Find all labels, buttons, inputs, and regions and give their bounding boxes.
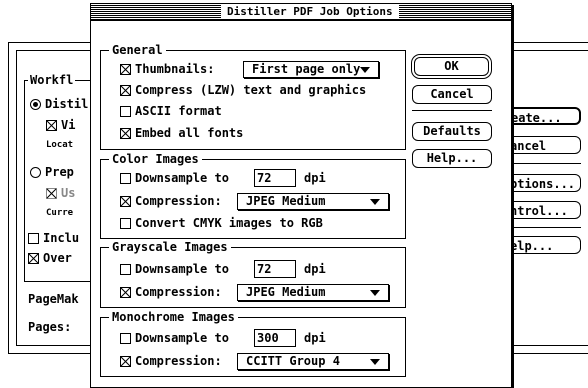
- mono-compression-checkbox[interactable]: Compression:: [120, 353, 222, 369]
- color-compression-label: Compression:: [135, 194, 222, 208]
- thumbnails-value: First page only: [252, 62, 361, 76]
- distill-label: Distil: [45, 97, 89, 111]
- checkbox-icon: [120, 263, 131, 275]
- current-label: Curre: [46, 208, 74, 218]
- color-compression-value: JPEG Medium: [246, 194, 326, 208]
- use-checkbox[interactable]: Us: [46, 186, 75, 200]
- pagemaker-label: PageMak: [28, 292, 79, 306]
- radio-icon: [30, 166, 41, 178]
- use-label: Us: [61, 186, 76, 200]
- color-downsample-label: Downsample to: [135, 171, 229, 185]
- mono-compression-label: Compression:: [135, 354, 222, 368]
- ascii-label: ASCII format: [135, 104, 222, 118]
- general-label: General: [109, 43, 166, 57]
- grayscale-downsample-checkbox[interactable]: Downsample to: [120, 261, 229, 277]
- checkbox-icon: [28, 232, 39, 244]
- checkbox-icon: [120, 63, 131, 75]
- prepare-label: Prep: [45, 165, 74, 179]
- thumbnails-checkbox[interactable]: Thumbnails:: [120, 61, 214, 77]
- prepare-radio[interactable]: Prep: [30, 165, 74, 179]
- grayscale-compression-checkbox[interactable]: Compression:: [120, 284, 222, 300]
- popup-arrow-icon: [370, 199, 380, 205]
- checkbox-icon: [28, 252, 39, 264]
- include-label: Inclu: [43, 231, 80, 245]
- thumbnails-label: Thumbnails:: [135, 62, 215, 76]
- grayscale-compression-popup[interactable]: JPEG Medium: [237, 284, 389, 301]
- grayscale-images-label: Grayscale Images: [109, 240, 231, 254]
- ok-button[interactable]: OK: [414, 57, 489, 76]
- convert-cmyk-checkbox[interactable]: Convert CMYK images to RGB: [120, 215, 323, 231]
- thumbnails-popup[interactable]: First page only: [243, 61, 379, 78]
- color-images-label: Color Images: [109, 152, 202, 166]
- pages-label: Pages:: [28, 320, 72, 334]
- radio-icon: [30, 98, 41, 110]
- grayscale-images-group: Grayscale Images Downsample to 72 dpi Co…: [100, 240, 406, 308]
- checkbox-icon: [120, 127, 131, 139]
- checkbox-icon: [120, 195, 131, 207]
- checkbox-icon: [46, 187, 57, 199]
- convert-cmyk-label: Convert CMYK images to RGB: [135, 216, 323, 230]
- checkbox-icon: [120, 355, 131, 367]
- color-dpi-input[interactable]: 72: [254, 169, 296, 187]
- title-bar[interactable]: Distiller PDF Job Options: [91, 4, 511, 21]
- checkbox-icon: [120, 217, 131, 229]
- view-checkbox[interactable]: Vi: [46, 118, 75, 132]
- dialog-title: Distiller PDF Job Options: [221, 5, 399, 18]
- location-label: Locat: [46, 140, 74, 150]
- embed-fonts-label: Embed all fonts: [135, 126, 244, 140]
- popup-arrow-icon: [370, 359, 380, 365]
- popup-arrow-icon: [360, 67, 370, 73]
- checkbox-icon: [120, 84, 131, 96]
- checkbox-icon: [46, 119, 57, 131]
- view-label: Vi: [61, 118, 76, 132]
- include-checkbox[interactable]: Inclu: [28, 231, 79, 245]
- divider: [412, 110, 492, 111]
- grayscale-compression-value: JPEG Medium: [246, 285, 326, 299]
- distill-radio[interactable]: Distil: [30, 97, 88, 111]
- embed-fonts-checkbox[interactable]: Embed all fonts: [120, 125, 243, 141]
- defaults-button[interactable]: Defaults: [412, 122, 492, 141]
- overwrite-checkbox[interactable]: Over: [28, 251, 72, 265]
- monochrome-images-label: Monochrome Images: [109, 310, 238, 324]
- color-dpi-unit: dpi: [304, 171, 326, 185]
- mono-downsample-checkbox[interactable]: Downsample to: [120, 330, 229, 346]
- checkbox-icon: [120, 105, 131, 117]
- checkbox-icon: [120, 286, 131, 298]
- grayscale-dpi-input[interactable]: 72: [254, 260, 296, 278]
- mono-downsample-label: Downsample to: [135, 331, 229, 345]
- mono-compression-value: CCITT Group 4: [246, 354, 340, 368]
- ascii-checkbox[interactable]: ASCII format: [120, 103, 222, 119]
- mono-dpi-unit: dpi: [304, 331, 326, 345]
- job-options-dialog: Distiller PDF Job Options General Thumbn…: [90, 3, 512, 388]
- mono-dpi-input[interactable]: 300: [254, 329, 296, 347]
- popup-arrow-icon: [370, 290, 380, 296]
- monochrome-images-group: Monochrome Images Downsample to 300 dpi …: [100, 310, 406, 377]
- compress-checkbox[interactable]: Compress (LZW) text and graphics: [120, 82, 366, 98]
- color-compression-checkbox[interactable]: Compression:: [120, 193, 222, 209]
- color-images-group: Color Images Downsample to 72 dpi Compre…: [100, 152, 406, 239]
- color-downsample-checkbox[interactable]: Downsample to: [120, 170, 229, 186]
- grayscale-compression-label: Compression:: [135, 285, 222, 299]
- grayscale-downsample-label: Downsample to: [135, 262, 229, 276]
- general-group: General Thumbnails: First page only Comp…: [100, 43, 406, 150]
- cancel-button[interactable]: Cancel: [412, 85, 492, 104]
- color-compression-popup[interactable]: JPEG Medium: [237, 193, 389, 210]
- checkbox-icon: [120, 332, 131, 344]
- mono-compression-popup[interactable]: CCITT Group 4: [237, 353, 389, 370]
- compress-label: Compress (LZW) text and graphics: [135, 83, 367, 97]
- help-button[interactable]: Help...: [412, 149, 492, 168]
- checkbox-icon: [120, 172, 131, 184]
- workflow-label: Workfl: [28, 73, 76, 87]
- overwrite-label: Over: [43, 251, 72, 265]
- grayscale-dpi-unit: dpi: [304, 262, 326, 276]
